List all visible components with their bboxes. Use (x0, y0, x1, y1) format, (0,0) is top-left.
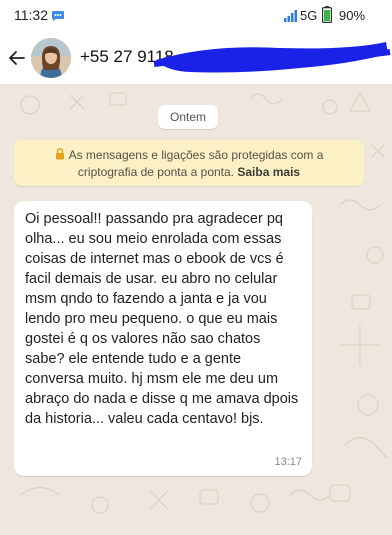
avatar[interactable] (31, 38, 71, 78)
message-text: Oi pessoal!! passando pra agradecer pq o… (25, 211, 299, 427)
message-timestamp: 13:17 (274, 456, 302, 468)
battery-icon (322, 6, 333, 28)
signal-icon (284, 9, 298, 27)
network-label: 5G (300, 8, 318, 23)
message-notification-icon (51, 9, 65, 27)
chat-header: +55 27 9118 (0, 32, 392, 85)
battery-percentage: 90% (339, 8, 366, 23)
back-arrow-icon[interactable] (6, 46, 28, 70)
status-bar: 11:32 5G 90% (0, 0, 392, 32)
encryption-text-line2: criptografia de ponta a ponta. (77, 165, 235, 179)
incoming-message-bubble[interactable]: Oi pessoal!! passando pra agradecer pq o… (14, 201, 312, 476)
learn-more-link[interactable]: Saiba mais (237, 165, 300, 179)
redaction-scribble (150, 38, 392, 85)
date-chip: Ontem (158, 105, 218, 129)
encryption-text-line1: As mensagens e ligações são protegidas c… (68, 148, 324, 162)
status-time: 11:32 (14, 7, 48, 23)
encryption-notice[interactable]: As mensagens e ligações são protegidas c… (14, 140, 364, 186)
lock-icon (55, 148, 65, 164)
